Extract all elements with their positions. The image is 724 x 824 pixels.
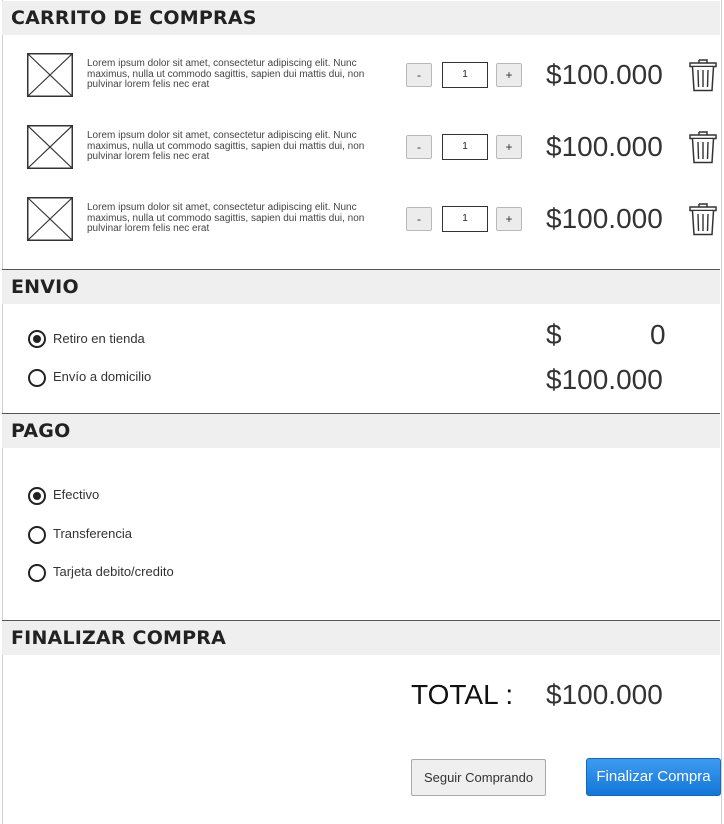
quantity-input[interactable]: 1: [442, 134, 488, 160]
shipping-option-label: Retiro en tienda: [53, 331, 145, 346]
item-description: Lorem ipsum dolor sit amet, consectetur …: [87, 130, 365, 162]
trash-icon[interactable]: [688, 201, 718, 237]
finish-purchase-button[interactable]: Finalizar Compra: [586, 758, 721, 796]
shipping-price: $100.000: [546, 364, 663, 395]
payment-option-label: Transferencia: [53, 526, 132, 541]
increase-quantity-button[interactable]: +: [496, 207, 522, 231]
payment-radio-card[interactable]: [28, 564, 46, 582]
payment-option-label: Tarjeta debito/credito: [53, 564, 174, 579]
total-label: TOTAL :: [411, 679, 514, 710]
cart-section-title: CARRITO DE COMPRAS: [2, 1, 720, 35]
shipping-radio-pickup[interactable]: [28, 330, 46, 348]
decrease-quantity-button[interactable]: -: [406, 207, 432, 231]
trash-icon[interactable]: [688, 57, 718, 93]
item-price: $100.000: [546, 59, 663, 90]
payment-radio-cash[interactable]: [28, 487, 46, 505]
item-description: Lorem ipsum dolor sit amet, consectetur …: [87, 58, 365, 90]
increase-quantity-button[interactable]: +: [496, 63, 522, 87]
payment-option-label: Efectivo: [53, 487, 100, 502]
item-price: $100.000: [546, 131, 663, 162]
checkout-section-title: FINALIZAR COMPRA: [2, 621, 720, 655]
shipping-radio-delivery[interactable]: [28, 369, 46, 387]
total-value: $100.000: [546, 679, 663, 710]
payment-section-title: PAGO: [2, 414, 720, 448]
quantity-input[interactable]: 1: [442, 206, 488, 232]
quantity-input[interactable]: 1: [442, 62, 488, 88]
continue-shopping-button[interactable]: Seguir Comprando: [411, 759, 546, 796]
image-placeholder-icon: [27, 53, 73, 97]
image-placeholder-icon: [27, 125, 73, 169]
item-description: Lorem ipsum dolor sit amet, consectetur …: [87, 202, 365, 234]
shipping-price-symbol: $: [546, 319, 562, 350]
trash-icon[interactable]: [688, 129, 718, 165]
image-placeholder-icon: [27, 197, 73, 241]
item-price: $100.000: [546, 203, 663, 234]
payment-radio-transfer[interactable]: [28, 526, 46, 544]
shipping-section-title: ENVIO: [2, 270, 720, 304]
shipping-option-label: Envío a domicilio: [53, 369, 152, 384]
increase-quantity-button[interactable]: +: [496, 135, 522, 159]
decrease-quantity-button[interactable]: -: [406, 63, 432, 87]
shipping-price-amount: 0: [650, 319, 666, 350]
decrease-quantity-button[interactable]: -: [406, 135, 432, 159]
